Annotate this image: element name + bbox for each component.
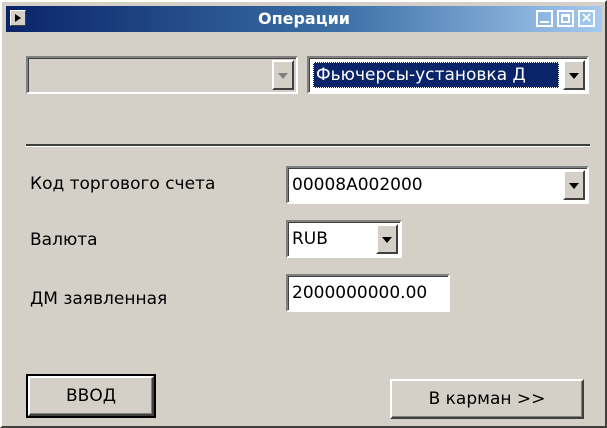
operations-window: Операции × Фьючерсы-установка Д Код торг…: [0, 0, 607, 428]
currency-dropdown-button[interactable]: [376, 224, 398, 254]
currency-label: Валюта: [30, 230, 98, 250]
enter-button-label: ВВОД: [66, 386, 116, 406]
separator: [26, 144, 590, 147]
maximize-button[interactable]: [557, 10, 574, 27]
dm-label: ДМ заявленная: [30, 289, 168, 309]
left-combo-dropdown-button[interactable]: [272, 60, 294, 90]
window-title: Операции: [257, 9, 351, 28]
chevron-down-icon: [569, 183, 579, 189]
title-bar[interactable]: Операции ×: [6, 6, 602, 32]
minimize-button[interactable]: [536, 10, 553, 27]
to-pocket-button[interactable]: В карман >>: [390, 379, 584, 419]
close-button[interactable]: ×: [578, 10, 595, 27]
operation-type-value: Фьючерсы-установка Д: [313, 62, 559, 88]
currency-combo[interactable]: RUB: [286, 220, 402, 258]
dm-input[interactable]: 2000000000.00: [286, 274, 450, 312]
chevron-down-icon: [382, 237, 392, 243]
chevron-down-icon: [569, 73, 579, 79]
operation-type-dropdown-button[interactable]: [563, 60, 585, 90]
dm-value: 2000000000.00: [292, 283, 428, 303]
operation-type-combo[interactable]: Фьючерсы-установка Д: [307, 56, 589, 94]
chevron-down-icon: [278, 73, 288, 79]
currency-value: RUB: [292, 229, 328, 249]
left-combo[interactable]: [26, 56, 298, 94]
to-pocket-button-label: В карман >>: [428, 389, 546, 409]
account-value: 00008A002000: [292, 175, 423, 195]
enter-button[interactable]: ВВОД: [26, 374, 156, 418]
account-label: Код торгового счета: [30, 174, 216, 194]
account-combo[interactable]: 00008A002000: [286, 166, 589, 204]
account-dropdown-button[interactable]: [563, 170, 585, 200]
